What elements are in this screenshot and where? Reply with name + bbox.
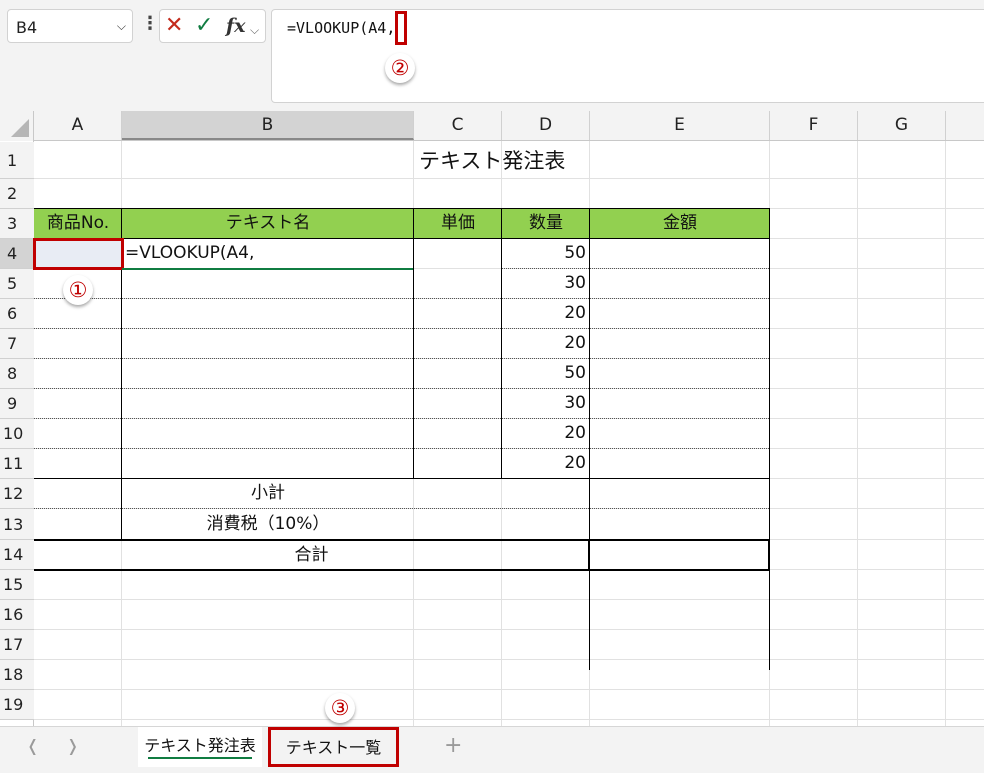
dotted-border <box>34 388 769 389</box>
row-header-1[interactable]: 1 <box>0 142 34 179</box>
row-header-11[interactable]: 11 <box>0 449 34 479</box>
row-header-13[interactable]: 13 <box>0 509 34 540</box>
table-border <box>413 208 414 478</box>
dotted-border <box>34 358 769 359</box>
select-all-icon <box>11 119 29 137</box>
header-text-name[interactable]: テキスト名 <box>122 209 414 238</box>
dotted-border <box>34 418 769 419</box>
active-tab-underline <box>148 757 252 759</box>
table-border <box>768 539 770 571</box>
more-options-icon[interactable]: ⋮ <box>141 12 159 36</box>
row-header-18[interactable]: 18 <box>0 660 34 690</box>
row-header-10[interactable]: 10 <box>0 419 34 449</box>
column-header-row: A B C D E F G <box>0 111 984 141</box>
worksheet-grid: A B C D E F G 1 2 3 4 5 6 7 8 9 10 11 12… <box>0 111 984 726</box>
name-box-value: B4 <box>16 18 38 37</box>
column-header-a[interactable]: A <box>34 111 122 140</box>
column-header-g[interactable]: G <box>858 111 946 140</box>
gridline <box>34 659 984 660</box>
formula-text: =VLOOKUP(A4, <box>287 19 396 37</box>
table-border <box>33 569 770 571</box>
quantity-cell[interactable]: 50 <box>502 239 590 268</box>
dotted-border <box>34 298 769 299</box>
formula-bar: B4 ⌵ ⋮ ✕ ✓ fx ⌵ =VLOOKUP(A4, ② <box>0 0 984 111</box>
column-header-f[interactable]: F <box>770 111 858 140</box>
subtotal-label[interactable]: 小計 <box>122 479 414 508</box>
row-header-12[interactable]: 12 <box>0 479 34 509</box>
plus-icon[interactable]: + <box>444 733 462 758</box>
chevron-down-icon[interactable]: ⌵ <box>250 19 259 41</box>
edit-indicator <box>122 268 413 270</box>
gridline <box>34 719 984 720</box>
row-header-16[interactable]: 16 <box>0 600 34 630</box>
header-product-no[interactable]: 商品No. <box>34 209 122 238</box>
annotation-marker-2: ② <box>385 53 415 83</box>
row-header-17[interactable]: 17 <box>0 630 34 660</box>
gridline <box>34 629 984 630</box>
editing-cell-b4[interactable]: =VLOOKUP(A4, <box>125 239 254 268</box>
row-header-6[interactable]: 6 <box>0 299 34 329</box>
highlight-box-comma <box>395 11 407 45</box>
row-header-8[interactable]: 8 <box>0 359 34 389</box>
row-header-5[interactable]: 5 <box>0 269 34 299</box>
chevron-right-icon[interactable]: ❭ <box>66 736 79 755</box>
gridline <box>857 141 858 726</box>
selected-cell-a4[interactable] <box>33 238 124 270</box>
total-label[interactable]: 合計 <box>34 541 589 569</box>
annotation-marker-1: ① <box>63 275 93 305</box>
cancel-x-icon[interactable]: ✕ <box>165 15 183 37</box>
row-header-19[interactable]: 19 <box>0 690 34 720</box>
tax-label[interactable]: 消費税（10%） <box>122 509 414 539</box>
fx-icon[interactable]: fx <box>226 15 246 37</box>
header-amount[interactable]: 金額 <box>590 209 770 238</box>
quantity-cell[interactable]: 20 <box>502 329 590 358</box>
dotted-border <box>34 448 769 449</box>
quantity-cell[interactable]: 50 <box>502 359 590 388</box>
gridline <box>34 689 984 690</box>
row-header-15[interactable]: 15 <box>0 570 34 600</box>
quantity-cell[interactable]: 20 <box>502 419 590 448</box>
header-quantity[interactable]: 数量 <box>502 209 590 238</box>
sheet-tab-bar: ❬ ❭ テキスト発注表 テキスト一覧 + <box>0 726 984 773</box>
sheet-tab-order-form[interactable]: テキスト発注表 <box>138 727 262 767</box>
row-header-9[interactable]: 9 <box>0 389 34 419</box>
quantity-cell[interactable]: 30 <box>502 269 590 298</box>
dotted-border <box>34 328 769 329</box>
chevron-left-icon[interactable]: ❬ <box>26 736 39 755</box>
header-unit-price[interactable]: 単価 <box>414 209 502 238</box>
chevron-down-icon[interactable]: ⌵ <box>117 19 126 34</box>
sheet-title[interactable]: テキスト発注表 <box>419 146 565 176</box>
quantity-cell[interactable]: 30 <box>502 389 590 418</box>
row-header-7[interactable]: 7 <box>0 329 34 359</box>
select-all-button[interactable] <box>0 111 34 141</box>
formula-buttons: ✕ ✓ fx ⌵ <box>159 9 266 43</box>
gridline <box>945 141 946 726</box>
row-header-2[interactable]: 2 <box>0 179 34 209</box>
row-header-4[interactable]: 4 <box>0 239 34 269</box>
row-header-14[interactable]: 14 <box>0 540 34 570</box>
row-header-3[interactable]: 3 <box>0 209 34 239</box>
formula-input[interactable]: =VLOOKUP(A4, <box>271 9 984 103</box>
quantity-cell[interactable]: 20 <box>502 449 590 478</box>
gridline <box>34 599 984 600</box>
column-header-e[interactable]: E <box>590 111 770 140</box>
sheet-tab-text-list[interactable]: テキスト一覧 <box>268 727 399 767</box>
annotation-marker-3: ③ <box>325 693 355 723</box>
gridline <box>34 178 984 179</box>
check-icon[interactable]: ✓ <box>195 15 213 37</box>
column-header-b[interactable]: B <box>122 111 414 140</box>
quantity-cell[interactable]: 20 <box>502 299 590 328</box>
table-border <box>769 208 770 670</box>
name-box[interactable]: B4 ⌵ <box>7 9 133 43</box>
column-header-c[interactable]: C <box>414 111 502 140</box>
column-header-d[interactable]: D <box>502 111 590 140</box>
